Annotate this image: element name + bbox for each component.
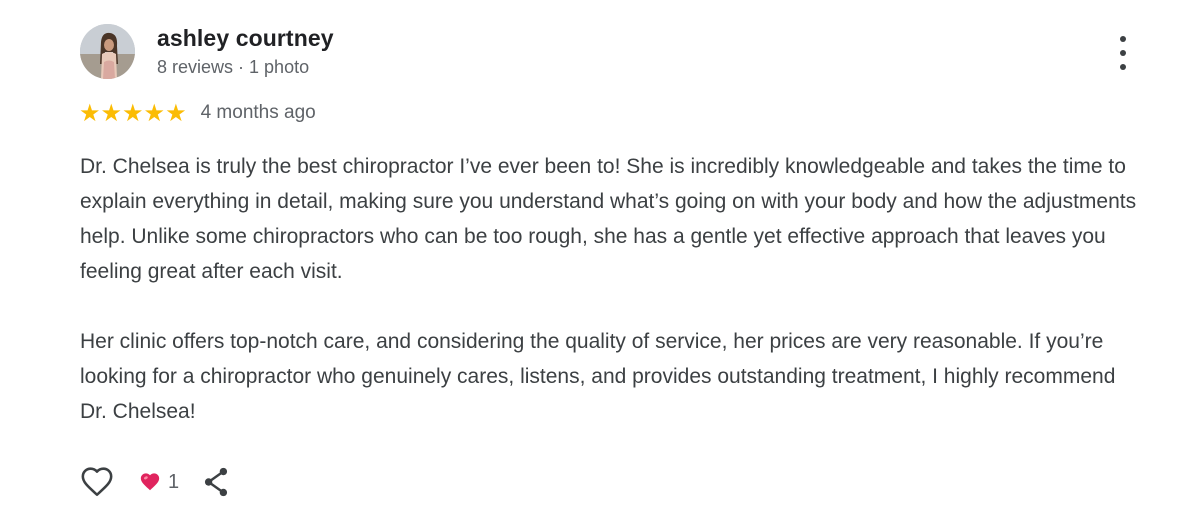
reaction-summary[interactable]: 1 [138,471,179,494]
review-date: 4 months ago [200,102,316,123]
like-button[interactable] [78,463,116,501]
star-icon: ★ [165,99,187,127]
star-rating: ★ ★ ★ ★ ★ [79,101,187,125]
author-meta: 8 reviews · 1 photo [157,57,309,78]
more-options-icon[interactable] [1108,36,1138,70]
review-actions: 1 [78,463,233,501]
reviews-count[interactable]: 8 reviews [157,57,233,77]
author-name[interactable]: ashley courtney [157,25,334,52]
more-dot [1120,64,1126,70]
share-icon [205,467,228,497]
more-dot [1120,50,1126,56]
red-heart-icon [140,473,160,491]
rating-row: ★ ★ ★ ★ ★ 4 months ago [79,101,316,125]
review-paragraph: Dr. Chelsea is truly the best chiropract… [80,155,1137,283]
heart-outline-icon [81,467,113,497]
review-paragraph: Her clinic offers top-notch care, and co… [80,330,1116,423]
avatar[interactable] [80,24,135,79]
star-icon: ★ [79,99,101,127]
photos-count[interactable]: 1 photo [249,57,309,77]
star-icon: ★ [122,99,144,127]
reaction-count: 1 [168,470,180,493]
more-dot [1120,36,1126,42]
star-icon: ★ [143,99,166,127]
meta-separator: · [233,57,250,77]
avatar-photo [80,24,135,79]
share-button[interactable] [199,463,233,501]
review-text: Dr. Chelsea is truly the best chiropract… [80,149,1140,429]
star-icon: ★ [100,99,123,127]
